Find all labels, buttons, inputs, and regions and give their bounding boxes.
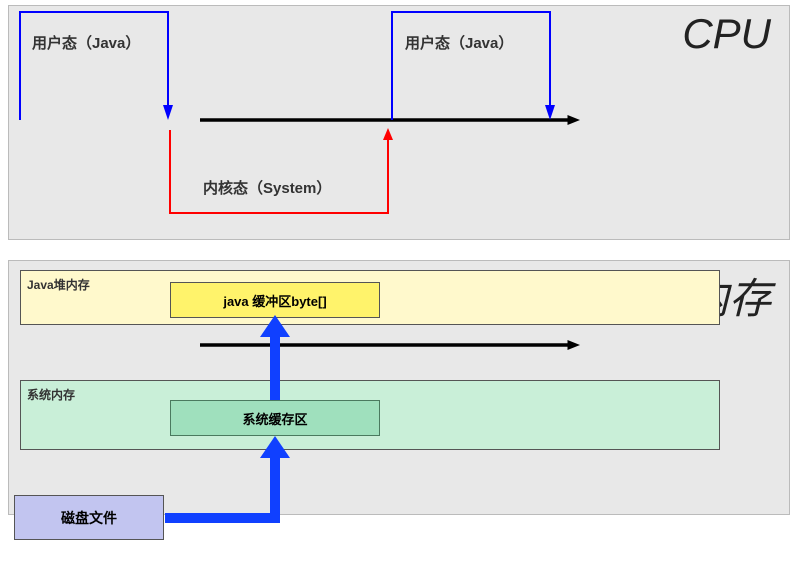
user-mode-label-2: 用户态（Java）	[405, 32, 513, 53]
disk-label: 磁盘文件	[61, 508, 117, 528]
syscache-box: 系统缓存区	[170, 400, 380, 436]
user-mode-label-1: 用户态（Java）	[32, 32, 140, 53]
java-buffer-box: java 缓冲区byte[]	[170, 282, 380, 318]
sysmem-label: 系统内存	[27, 386, 75, 403]
heap-label: Java堆内存	[27, 276, 90, 293]
syscache-label: 系统缓存区	[242, 409, 307, 428]
disk-box: 磁盘文件	[14, 495, 164, 540]
kernel-mode-label: 内核态（System）	[203, 177, 331, 198]
cpu-title: CPU	[682, 10, 771, 58]
java-buffer-label: java 缓冲区byte[]	[223, 291, 326, 310]
